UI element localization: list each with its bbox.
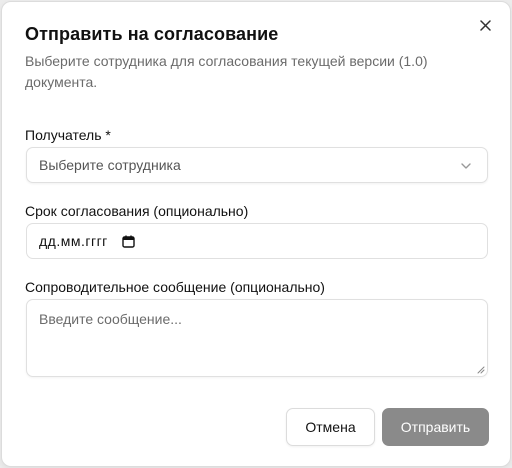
message-label: Сопроводительное сообщение (опционально) bbox=[25, 279, 325, 295]
recipient-placeholder: Выберите сотрудника bbox=[39, 157, 181, 173]
dialog-description: Выберите сотрудника для согласования тек… bbox=[25, 53, 428, 90]
chevron-down-icon bbox=[461, 163, 471, 169]
approval-dialog: Отправить на согласование Выберите сотру… bbox=[1, 1, 511, 467]
message-textarea[interactable]: Введите сообщение... bbox=[26, 299, 488, 377]
recipient-label: Получатель * bbox=[25, 127, 111, 143]
close-icon bbox=[479, 19, 491, 31]
dialog-title: Отправить на согласование bbox=[25, 24, 279, 44]
deadline-date-input[interactable]: дд.мм.гггг bbox=[26, 223, 488, 259]
submit-button[interactable]: Отправить bbox=[382, 408, 489, 446]
deadline-date-value: дд.мм.гггг bbox=[39, 233, 108, 249]
close-button[interactable] bbox=[476, 16, 494, 34]
message-placeholder: Введите сообщение... bbox=[39, 311, 182, 327]
deadline-label: Срок согласования (опционально) bbox=[25, 203, 249, 219]
calendar-icon[interactable] bbox=[122, 235, 135, 248]
resize-handle-icon[interactable] bbox=[476, 365, 485, 374]
recipient-select[interactable]: Выберите сотрудника bbox=[26, 147, 488, 183]
cancel-button[interactable]: Отмена bbox=[286, 408, 375, 446]
